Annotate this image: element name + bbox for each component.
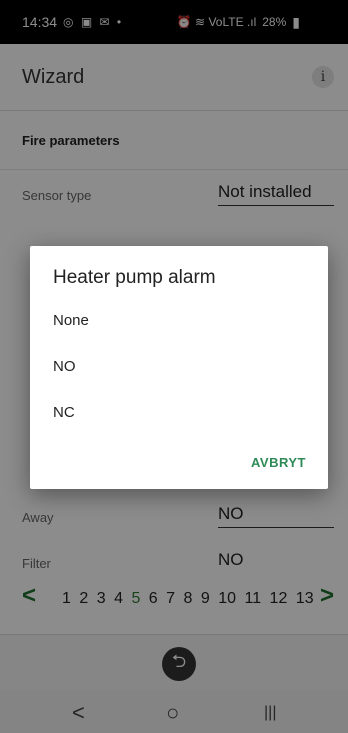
option-no[interactable]: NO (53, 358, 76, 375)
dialog-title: Heater pump alarm (53, 267, 216, 288)
option-none[interactable]: None (53, 312, 89, 329)
cancel-button[interactable]: AVBRYT (251, 455, 306, 470)
option-nc[interactable]: NC (53, 404, 75, 421)
heater-pump-alarm-dialog: Heater pump alarm None NO NC AVBRYT (30, 246, 328, 489)
